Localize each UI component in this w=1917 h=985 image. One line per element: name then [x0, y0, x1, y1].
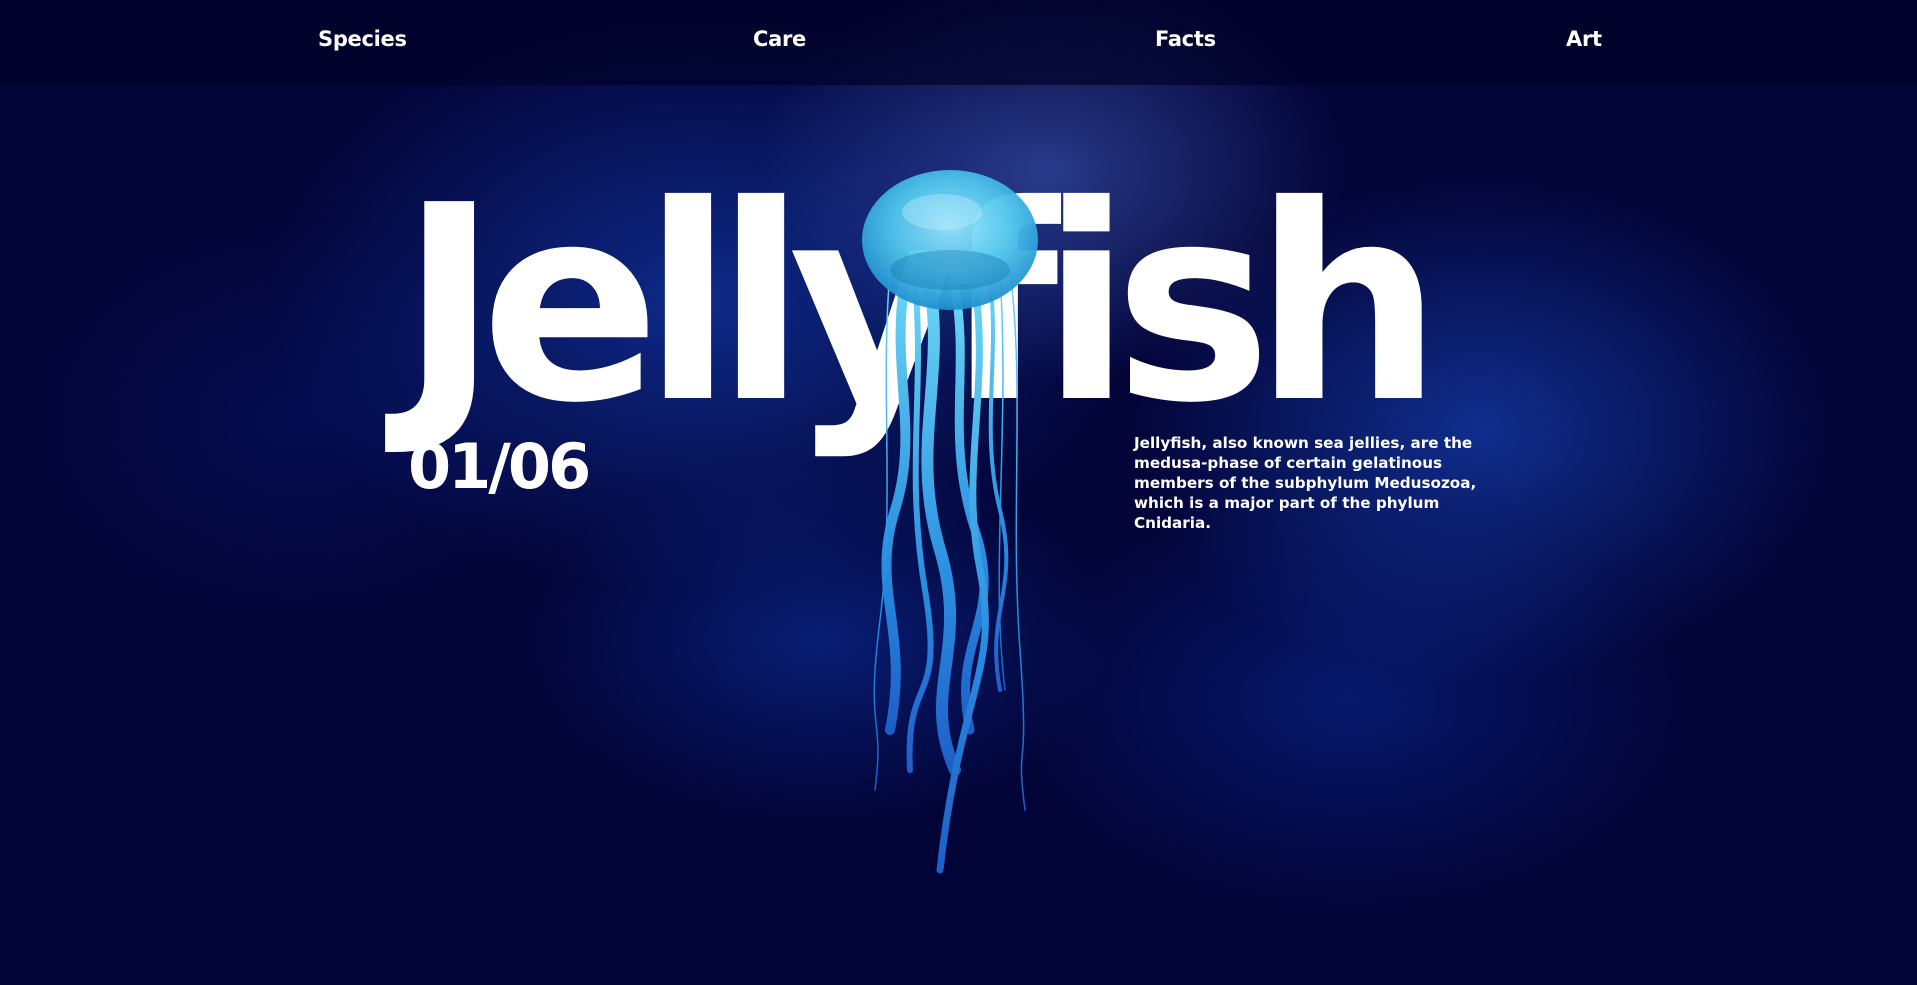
top-navigation: Species Care Facts Art — [0, 0, 1917, 85]
nav-item-species[interactable]: Species — [318, 27, 407, 51]
hero-stage: Species Care Facts Art Jellyfish 01/06 J… — [0, 0, 1917, 985]
slide-counter: 01/06 — [408, 430, 591, 503]
nav-item-art[interactable]: Art — [1566, 27, 1602, 51]
nav-item-facts[interactable]: Facts — [1155, 27, 1216, 51]
jellyfish-icon — [862, 170, 1038, 874]
hero-description: Jellyfish, also known sea jellies, are t… — [1134, 434, 1477, 532]
nav-item-care[interactable]: Care — [753, 27, 806, 51]
